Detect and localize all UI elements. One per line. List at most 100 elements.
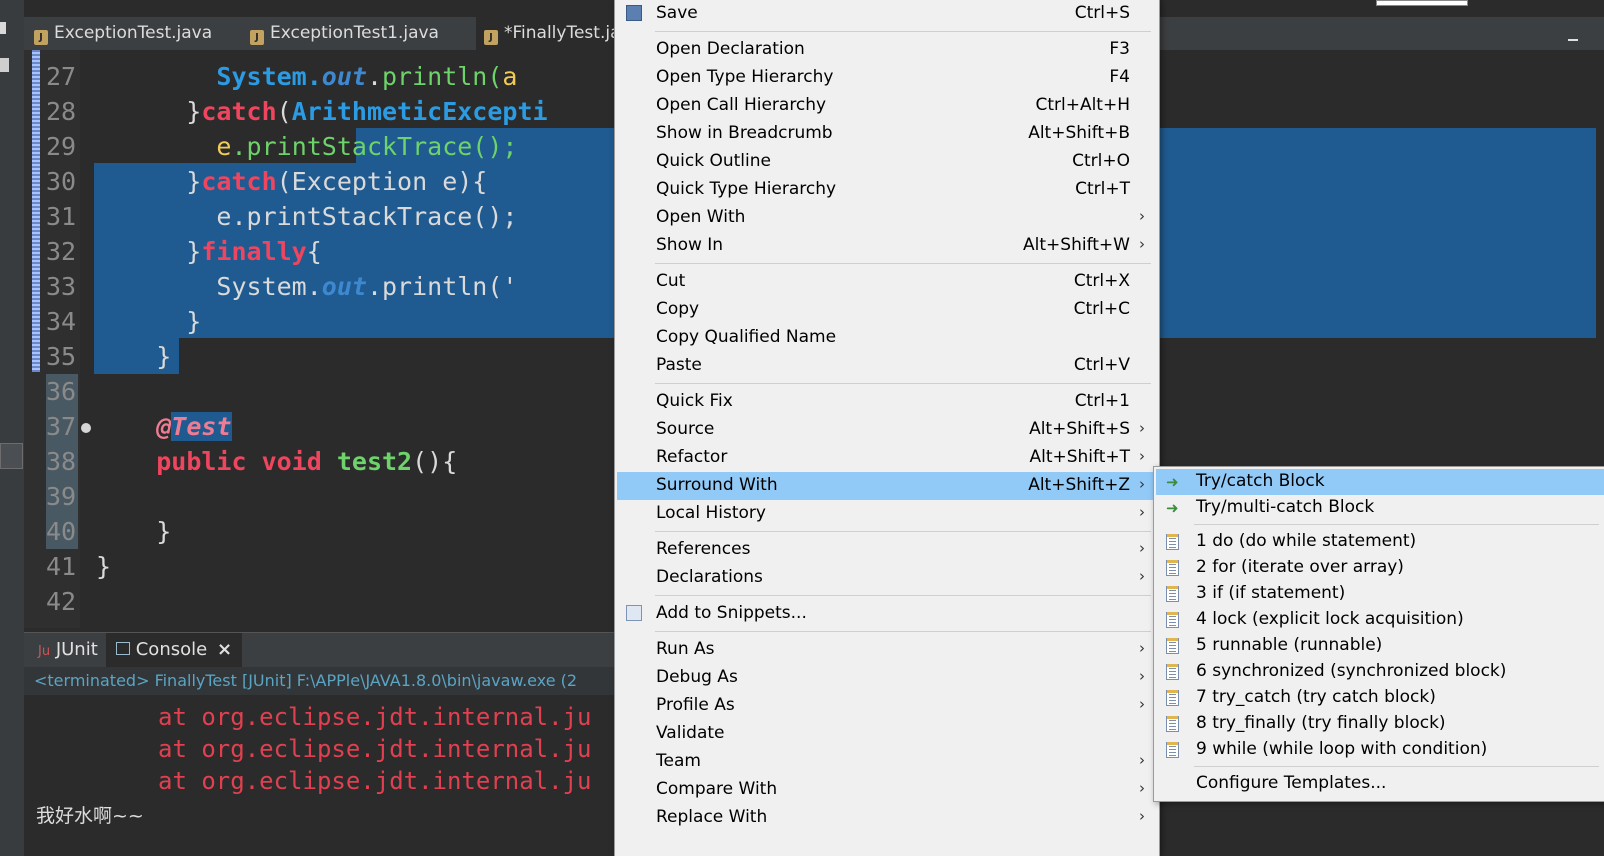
submenu-item-tpl-try-catch[interactable]: 7 try_catch (try catch block) — [1156, 685, 1604, 711]
menu-item-shortcut: Ctrl+Alt+H — [1035, 95, 1130, 115]
tab-exceptiontest[interactable]: J ExceptionTest.java — [34, 17, 212, 50]
menu-item-profile-as[interactable]: Profile As › — [617, 692, 1157, 720]
menu-item-show-in-breadcrumb[interactable]: Show in Breadcrumb Alt+Shift+B — [617, 120, 1157, 148]
menu-item-validate[interactable]: Validate — [617, 720, 1157, 748]
menu-item-source[interactable]: Source Alt+Shift+S › — [617, 416, 1157, 444]
menu-item-replace-with[interactable]: Replace With › — [617, 804, 1157, 832]
console-line: at org.eclipse.jdt.internal.ju — [158, 703, 592, 731]
menu-item-open-declaration[interactable]: Open Declaration F3 — [617, 36, 1157, 64]
code-token: .println(' — [366, 272, 518, 301]
code-token: } — [96, 342, 172, 371]
menu-item-copy[interactable]: Copy Ctrl+C — [617, 296, 1157, 324]
menu-item-quick-outline[interactable]: Quick Outline Ctrl+O — [617, 148, 1157, 176]
panel-dropdown-icon[interactable] — [0, 58, 9, 72]
menu-item-shortcut: Alt+Shift+T — [1029, 447, 1130, 467]
menu-item-surround-with[interactable]: Surround With Alt+Shift+Z › — [617, 472, 1157, 500]
code-token: ArithmeticExcepti — [291, 97, 548, 126]
menu-item-label: Open Declaration — [656, 39, 805, 59]
submenu-arrow-icon: › — [1139, 447, 1145, 465]
menu-item-declarations[interactable]: Declarations › — [617, 564, 1157, 592]
fold-collapse-icon[interactable] — [81, 423, 91, 433]
menu-item-copy-qualified-name[interactable]: Copy Qualified Name — [617, 324, 1157, 352]
submenu-arrow-icon: › — [1139, 695, 1145, 713]
menu-item-compare-with[interactable]: Compare With › — [617, 776, 1157, 804]
submenu-item-tpl-do[interactable]: 1 do (do while statement) — [1156, 529, 1604, 555]
menu-item-shortcut: Alt+Shift+S — [1029, 419, 1130, 439]
code-token: { — [306, 237, 322, 266]
minimize-icon[interactable] — [1562, 29, 1592, 49]
surround-arrow-icon: ➜ — [1166, 499, 1179, 517]
tab-junit[interactable]: Ju JUnit — [32, 633, 104, 667]
template-icon — [1166, 560, 1179, 576]
tab-console[interactable]: Console × — [106, 633, 243, 667]
code-token: e.printStackTrace(); — [96, 202, 518, 231]
menu-item-open-with[interactable]: Open With › — [617, 204, 1157, 232]
menu-item-shortcut: Ctrl+V — [1073, 355, 1130, 375]
menu-item-cut[interactable]: Cut Ctrl+X — [617, 268, 1157, 296]
code-line: } — [96, 304, 201, 339]
menu-item-open-call-hierarchy[interactable]: Open Call Hierarchy Ctrl+Alt+H — [617, 92, 1157, 120]
submenu-arrow-icon: › — [1139, 751, 1145, 769]
panel-selection — [0, 443, 23, 469]
tab-exceptiontest1[interactable]: J ExceptionTest1.java — [250, 17, 439, 50]
submenu-item-tpl-for[interactable]: 2 for (iterate over array) — [1156, 555, 1604, 581]
menu-item-label: Open Call Hierarchy — [656, 95, 827, 115]
menu-item-label: Compare With — [656, 779, 778, 799]
line-number: 42 — [46, 587, 77, 616]
template-icon — [1166, 586, 1179, 602]
quick-access-box[interactable] — [1376, 0, 1468, 6]
line-number: 40 — [46, 514, 78, 549]
submenu-item-label: 9 while (while loop with condition) — [1196, 739, 1488, 759]
line-number: 28 — [46, 97, 77, 126]
console-icon — [116, 642, 130, 655]
code-line: @Test — [96, 409, 232, 444]
menu-item-references[interactable]: References › — [617, 536, 1157, 564]
menu-item-team[interactable]: Team › — [617, 748, 1157, 776]
submenu-item-configure-templates[interactable]: Configure Templates... — [1156, 771, 1604, 797]
menu-item-label: Profile As — [656, 695, 735, 715]
submenu-item-try-multi-catch[interactable]: ➜ Try/multi-catch Block — [1156, 495, 1604, 521]
menu-item-shortcut: Ctrl+C — [1073, 299, 1130, 319]
submenu-item-try-catch[interactable]: ➜ Try/catch Block — [1156, 469, 1604, 495]
menu-item-shortcut: F4 — [1109, 67, 1130, 87]
menu-item-local-history[interactable]: Local History › — [617, 500, 1157, 528]
menu-item-shortcut: Alt+Shift+B — [1028, 123, 1130, 143]
submenu-item-tpl-try-finally[interactable]: 8 try_finally (try finally block) — [1156, 711, 1604, 737]
menu-item-add-to-snippets[interactable]: Add to Snippets... — [617, 600, 1157, 628]
tab-finallytest[interactable]: J *FinallyTest.ja — [476, 17, 634, 50]
menu-item-label: Quick Outline — [656, 151, 771, 171]
menu-item-shortcut: Ctrl+T — [1075, 179, 1130, 199]
close-icon[interactable]: × — [217, 639, 232, 660]
code-line: } — [96, 549, 111, 584]
code-token: (Exception e){ — [276, 167, 488, 196]
surround-with-submenu: ➜ Try/catch Block ➜ Try/multi-catch Block 1 … — [1153, 466, 1604, 802]
menu-item-paste[interactable]: Paste Ctrl+V — [617, 352, 1157, 380]
menu-item-label: Save — [656, 3, 698, 23]
line-number: 30 — [46, 167, 77, 196]
submenu-item-label: Try/multi-catch Block — [1196, 497, 1375, 517]
line-number: 39 — [46, 479, 78, 514]
submenu-item-tpl-while[interactable]: 9 while (while loop with condition) — [1156, 737, 1604, 763]
submenu-item-tpl-lock[interactable]: 4 lock (explicit lock acquisition) — [1156, 607, 1604, 633]
tab-label: *FinallyTest.ja — [504, 23, 621, 43]
code-token: out — [321, 272, 367, 301]
submenu-item-tpl-if[interactable]: 3 if (if statement) — [1156, 581, 1604, 607]
code-token: catch — [201, 167, 277, 196]
code-line: }catch(Exception e){ — [96, 164, 487, 199]
submenu-item-tpl-runnable[interactable]: 5 runnable (runnable) — [1156, 633, 1604, 659]
menu-item-open-type-hierarchy[interactable]: Open Type Hierarchy F4 — [617, 64, 1157, 92]
menu-item-quick-type-hierarchy[interactable]: Quick Type Hierarchy Ctrl+T — [617, 176, 1157, 204]
line-number: 31 — [46, 202, 77, 231]
menu-item-show-in[interactable]: Show In Alt+Shift+W › — [617, 232, 1157, 260]
submenu-arrow-icon: › — [1139, 419, 1145, 437]
menu-item-run-as[interactable]: Run As › — [617, 636, 1157, 664]
submenu-item-tpl-synchronized[interactable]: 6 synchronized (synchronized block) — [1156, 659, 1604, 685]
submenu-arrow-icon: › — [1139, 639, 1145, 657]
menu-item-debug-as[interactable]: Debug As › — [617, 664, 1157, 692]
menu-item-refactor[interactable]: Refactor Alt+Shift+T › — [617, 444, 1157, 472]
left-side-panel — [0, 0, 24, 856]
tab-label: ExceptionTest.java — [54, 23, 213, 43]
menu-item-save[interactable]: Save Ctrl+S — [617, 0, 1157, 28]
menu-item-quick-fix[interactable]: Quick Fix Ctrl+1 — [617, 388, 1157, 416]
